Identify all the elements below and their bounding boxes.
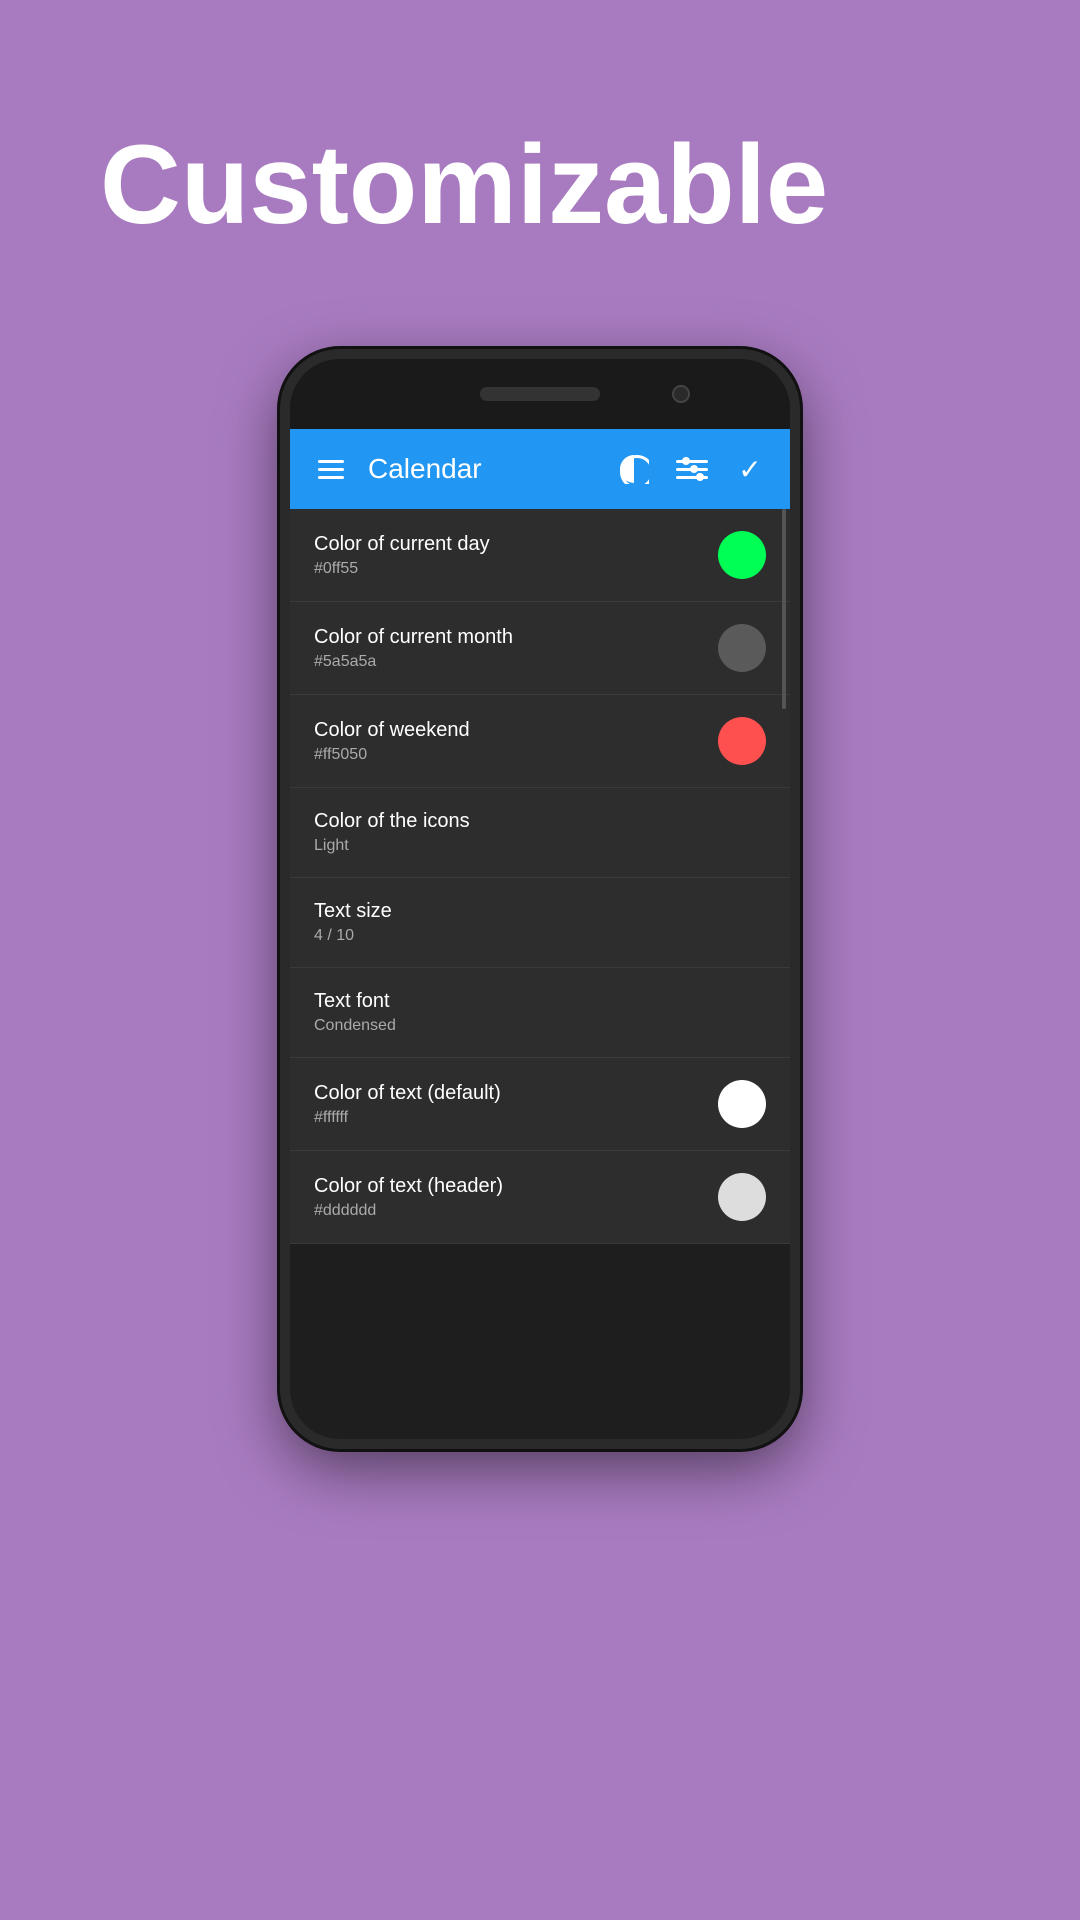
label-text-default: Color of text (default) <box>314 1082 501 1105</box>
swatch-text-default[interactable] <box>718 1080 766 1128</box>
swatch-current-day[interactable] <box>718 531 766 579</box>
brightness-icon[interactable] <box>614 449 654 489</box>
value-current-month: #5a5a5a <box>314 653 513 671</box>
label-text-header: Color of text (header) <box>314 1175 503 1198</box>
value-weekend: #ff5050 <box>314 746 470 764</box>
value-text-default: #ffffff <box>314 1109 501 1127</box>
settings-item-icons-color[interactable]: Color of the icons Light <box>290 788 790 878</box>
scrollbar[interactable] <box>782 509 786 709</box>
label-icons-color: Color of the icons <box>314 810 470 833</box>
settings-list: Color of current day #0ff55 Color of cur… <box>290 509 790 1244</box>
value-text-header: #dddddd <box>314 1202 503 1220</box>
phone-mockup: Calendar ✓ Color of current day #0ff55 <box>280 349 800 1449</box>
settings-item-weekend[interactable]: Color of weekend #ff5050 <box>290 695 790 788</box>
swatch-weekend[interactable] <box>718 717 766 765</box>
label-text-size: Text size <box>314 900 392 923</box>
value-icons-color: Light <box>314 837 470 855</box>
settings-item-text-default[interactable]: Color of text (default) #ffffff <box>290 1058 790 1151</box>
phone-camera <box>672 385 690 403</box>
check-icon[interactable]: ✓ <box>730 449 770 489</box>
label-current-month: Color of current month <box>314 626 513 649</box>
settings-item-text-size[interactable]: Text size 4 / 10 <box>290 878 790 968</box>
phone-speaker <box>480 387 600 401</box>
menu-icon[interactable] <box>310 452 352 487</box>
swatch-text-header[interactable] <box>718 1173 766 1221</box>
settings-item-current-month[interactable]: Color of current month #5a5a5a <box>290 602 790 695</box>
value-text-font: Condensed <box>314 1017 396 1035</box>
swatch-current-month[interactable] <box>718 624 766 672</box>
label-weekend: Color of weekend <box>314 719 470 742</box>
app-bar-icons: ✓ <box>614 449 770 489</box>
value-current-day: #0ff55 <box>314 560 490 578</box>
settings-item-current-day[interactable]: Color of current day #0ff55 <box>290 509 790 602</box>
hero-title: Customizable <box>0 120 828 249</box>
settings-item-text-font[interactable]: Text font Condensed <box>290 968 790 1058</box>
label-text-font: Text font <box>314 990 396 1013</box>
phone-bezel <box>290 359 790 429</box>
value-text-size: 4 / 10 <box>314 927 392 945</box>
label-current-day: Color of current day <box>314 533 490 556</box>
app-bar: Calendar ✓ <box>290 429 790 509</box>
app-bar-title: Calendar <box>368 453 598 485</box>
settings-item-text-header[interactable]: Color of text (header) #dddddd <box>290 1151 790 1244</box>
sliders-icon[interactable] <box>672 449 712 489</box>
